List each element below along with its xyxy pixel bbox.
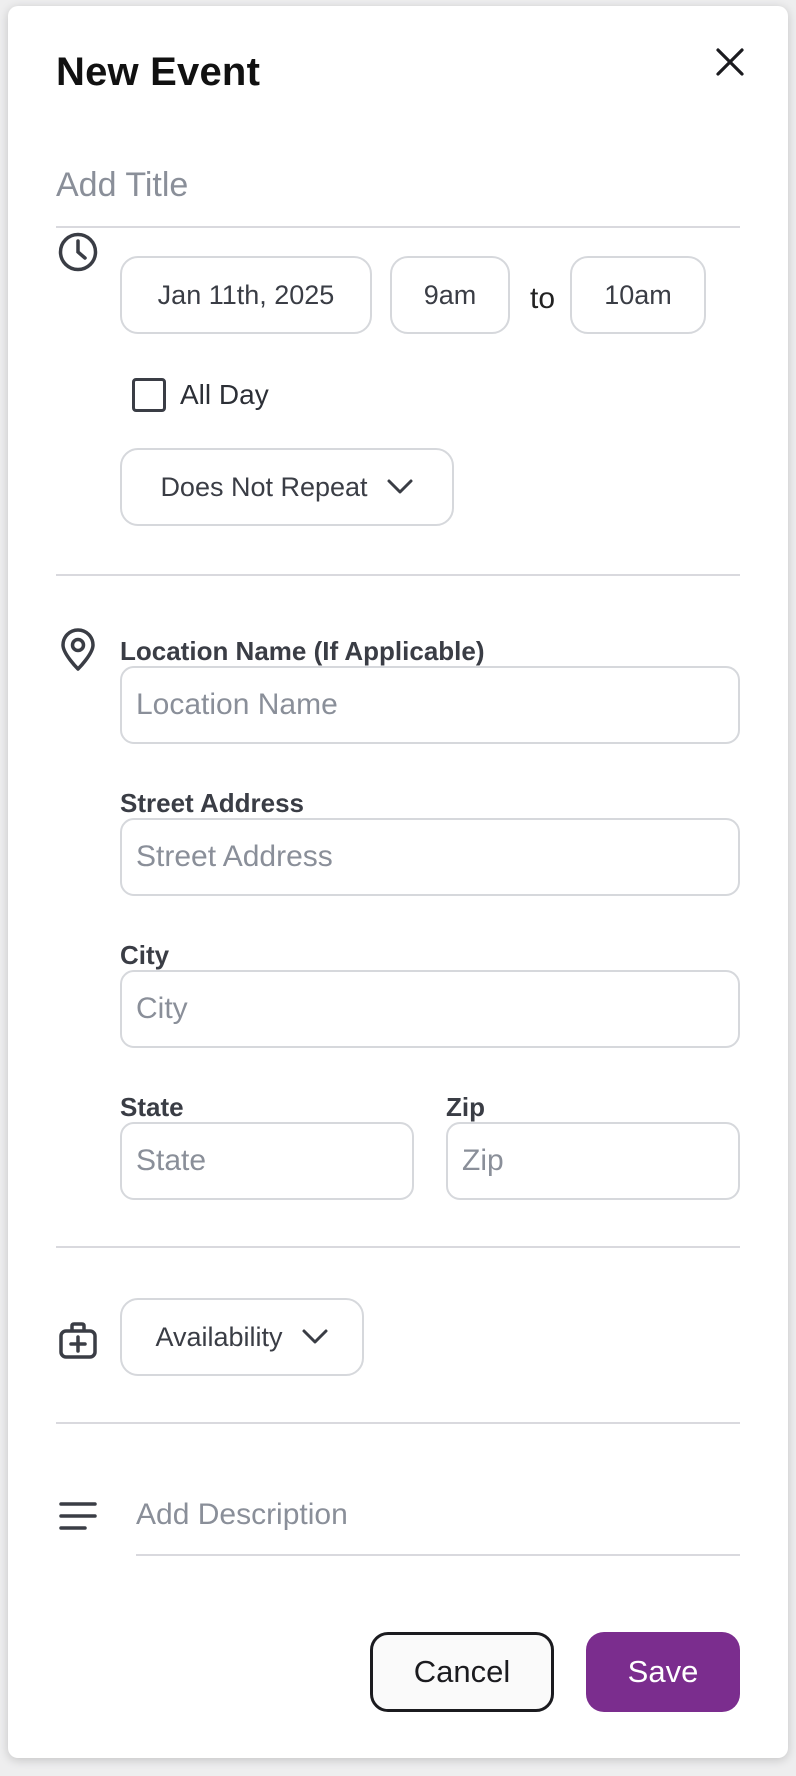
city-label: City — [120, 940, 170, 970]
cancel-button[interactable]: Cancel — [370, 1632, 554, 1712]
city-input[interactable] — [120, 970, 740, 1048]
date-picker-button[interactable]: Jan 11th, 2025 — [120, 256, 372, 334]
all-day-checkbox[interactable] — [132, 378, 166, 412]
close-button[interactable] — [708, 40, 752, 84]
event-title-input[interactable] — [56, 144, 740, 228]
location-name-input[interactable] — [120, 666, 740, 744]
zip-input[interactable] — [446, 1122, 740, 1200]
date-value: Jan 11th, 2025 — [157, 279, 335, 310]
location-name-label: Location Name (If Applicable) — [120, 636, 485, 666]
description-input[interactable] — [136, 1476, 740, 1556]
end-time-value: 10am — [604, 279, 672, 310]
all-day-label: All Day — [180, 379, 269, 410]
availability-dropdown[interactable]: Availability — [120, 1298, 364, 1376]
chevron-down-icon — [302, 1329, 328, 1344]
availability-value: Availability — [155, 1321, 283, 1352]
new-event-dialog: New Event Jan 11th, 2025 9am to 10am All… — [8, 6, 788, 1758]
close-icon — [716, 48, 744, 76]
save-button[interactable]: Save — [586, 1632, 740, 1712]
all-day-toggle[interactable]: All Day — [132, 378, 269, 412]
section-divider — [56, 1246, 740, 1248]
state-input[interactable] — [120, 1122, 414, 1200]
dialog-title: New Event — [56, 50, 261, 94]
end-time-button[interactable]: 10am — [570, 256, 706, 334]
repeat-value: Does Not Repeat — [160, 471, 368, 502]
street-address-input[interactable] — [120, 818, 740, 896]
section-divider — [56, 1422, 740, 1424]
briefcase-plus-icon — [54, 1316, 102, 1364]
clock-icon — [54, 228, 102, 276]
repeat-dropdown[interactable]: Does Not Repeat — [120, 448, 454, 526]
street-address-label: Street Address — [120, 788, 304, 818]
zip-label: Zip — [446, 1092, 485, 1122]
start-time-value: 9am — [423, 279, 477, 310]
map-pin-icon — [54, 626, 102, 674]
text-lines-icon — [54, 1492, 102, 1540]
start-time-button[interactable]: 9am — [390, 256, 510, 334]
section-divider — [56, 574, 740, 576]
state-label: State — [120, 1092, 184, 1122]
time-range-separator: to — [530, 282, 556, 315]
chevron-down-icon — [387, 479, 413, 494]
